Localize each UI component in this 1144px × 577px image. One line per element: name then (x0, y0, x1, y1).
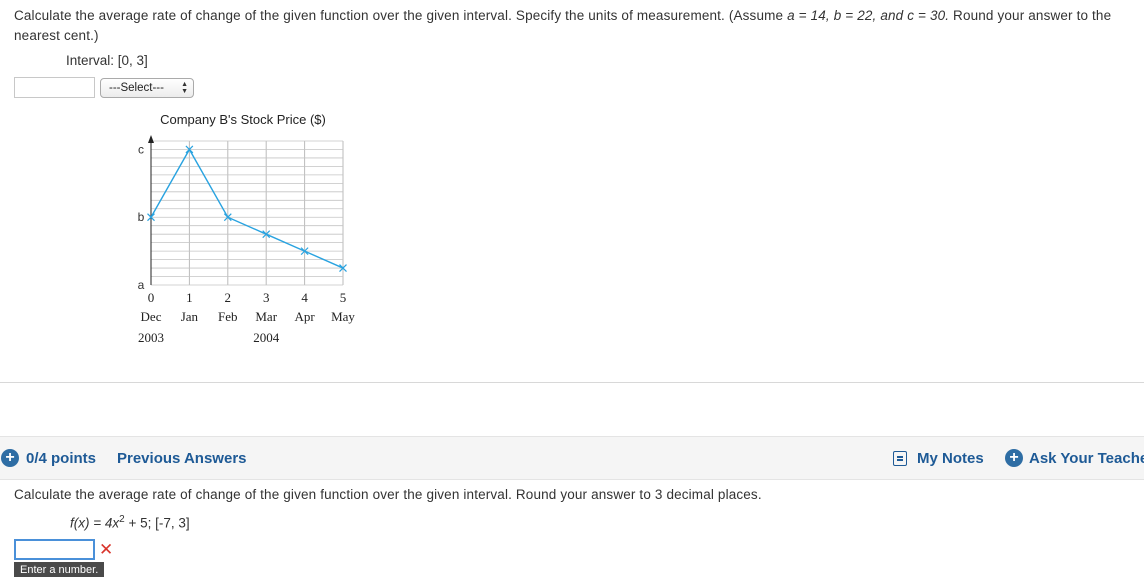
my-notes-link[interactable]: My Notes (917, 450, 984, 467)
x-tick-label: 5 (340, 290, 347, 305)
assume-b: b = 22, (833, 8, 881, 23)
y-axis-arrow-icon (148, 135, 154, 143)
assume-c: and c = 30. (880, 8, 950, 23)
x-tick-label: 1 (186, 290, 193, 305)
chart-title: Company B's Stock Price ($) (160, 112, 326, 127)
question-2-header: + 0/4 points Previous Answers My Notes +… (0, 436, 1144, 480)
question-2-text: Calculate the average rate of change of … (14, 487, 762, 502)
incorrect-x-icon: ✕ (99, 540, 114, 559)
expand-icon[interactable]: + (1, 449, 19, 467)
points-label[interactable]: 0/4 points (26, 450, 96, 467)
x-month-label: Dec (141, 309, 162, 324)
y-tick-label: b (138, 210, 145, 224)
stock-price-chart: Company B's Stock Price ($) c b a 0 Dec 1 Jan 2 F… (0, 100, 400, 360)
interval-label: Interval: [0, 3] (66, 53, 148, 68)
answer-input-2[interactable] (14, 539, 95, 560)
question-1-text-a: Calculate the average rate of change of … (14, 8, 788, 23)
chart-svg: Company B's Stock Price ($) c b a0 Dec 1 Jan 2 F… (138, 112, 356, 345)
x-month-label: Jan (181, 309, 199, 324)
function-rhs: + 5; [-7, 3] (124, 515, 190, 531)
units-select[interactable]: ---Select--- ▲ ▼ (100, 78, 194, 98)
section-divider (0, 382, 1144, 383)
x-month-label: Apr (294, 309, 315, 324)
year-label: 2003 (138, 330, 164, 345)
previous-answers-link[interactable]: Previous Answers (117, 450, 247, 467)
x-month-label: Feb (218, 309, 238, 324)
enter-number-tooltip: Enter a number. (14, 562, 105, 577)
ask-teacher-icon[interactable]: + (1005, 449, 1023, 467)
x-tick-label: 0 (148, 290, 155, 305)
x-tick-label: 3 (263, 290, 270, 305)
x-month-label: May (331, 309, 355, 324)
function-expression: f(x) = 4x2 + 5; [-7, 3] (70, 514, 190, 531)
y-tick-label: c (138, 142, 144, 156)
x-tick-label: 2 (225, 290, 232, 305)
function-lhs: f(x) = 4x (70, 515, 120, 531)
y-tick-label: a (138, 278, 145, 292)
x-tick-label: 4 (301, 290, 308, 305)
answer-input-1[interactable] (14, 77, 95, 98)
units-select-label: ---Select--- (109, 82, 164, 94)
select-arrows-icon: ▲ ▼ (181, 81, 188, 95)
x-month-label: Mar (255, 309, 277, 324)
year-label: 2004 (253, 330, 280, 345)
question-1-text: Calculate the average rate of change of … (14, 6, 1134, 46)
assume-a: a = 14, (787, 8, 834, 23)
notes-icon[interactable] (893, 451, 907, 466)
ask-teacher-link[interactable]: Ask Your Teache (1029, 450, 1144, 467)
